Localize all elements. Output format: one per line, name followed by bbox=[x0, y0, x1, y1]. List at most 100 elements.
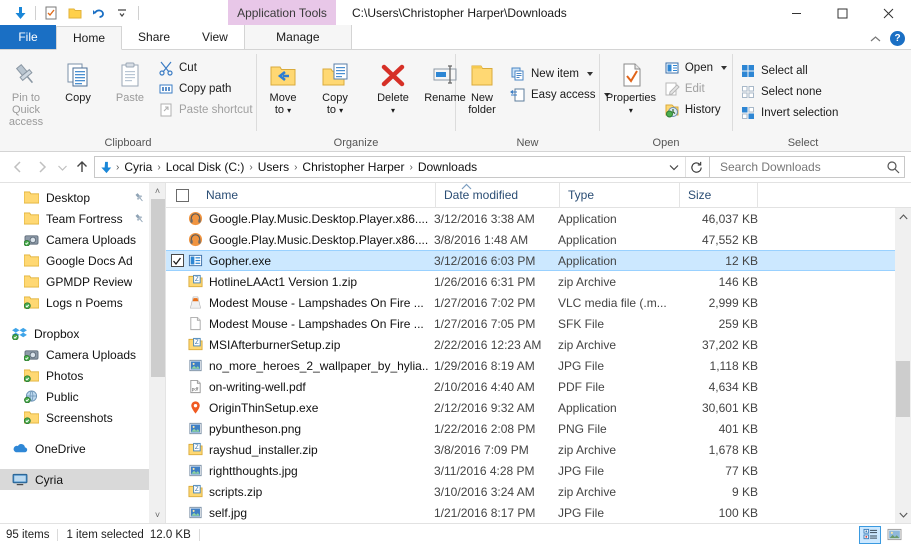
table-row[interactable]: Z MSIAfterburnerSetup.zip 2/22/2016 12:2… bbox=[166, 334, 895, 355]
column-header-name[interactable]: Name bbox=[198, 182, 436, 208]
file-name-cell[interactable]: self.jpg bbox=[188, 505, 428, 520]
forward-button[interactable] bbox=[30, 155, 54, 179]
collapse-ribbon-icon[interactable] bbox=[870, 35, 881, 43]
table-row[interactable]: Z HotlineLAAct1 Version 1.zip 1/26/2016 … bbox=[166, 271, 895, 292]
file-name-cell[interactable]: Google.Play.Music.Desktop.Player.x86.... bbox=[188, 232, 428, 247]
sidebar-item-cyria[interactable]: Cyria bbox=[0, 469, 149, 490]
properties-button[interactable]: Properties ▾ bbox=[600, 54, 662, 119]
nav-scroll-down-button[interactable]: ˅ bbox=[155, 507, 160, 523]
breadcrumb-item-3[interactable]: Christopher Harper bbox=[298, 160, 408, 174]
table-row[interactable]: Google.Play.Music.Desktop.Player.x86....… bbox=[166, 208, 895, 229]
refresh-button[interactable] bbox=[685, 157, 707, 177]
copy-button[interactable]: Copy bbox=[52, 54, 104, 106]
tab-file[interactable]: File bbox=[0, 25, 56, 49]
file-name-cell[interactable]: rightthoughts.jpg bbox=[188, 463, 428, 478]
table-row[interactable]: pybuntheson.png 1/22/2016 2:08 PM PNG Fi… bbox=[166, 418, 895, 439]
file-name-cell[interactable]: Google.Play.Music.Desktop.Player.x86.... bbox=[188, 211, 428, 226]
sidebar-item-team-fortress[interactable]: Team Fortress bbox=[0, 208, 149, 229]
file-name-cell[interactable]: Modest Mouse - Lampshades On Fire ... bbox=[188, 295, 428, 310]
details-view-button[interactable] bbox=[859, 525, 881, 544]
tab-manage[interactable]: Manage bbox=[243, 25, 352, 49]
table-row[interactable]: no_more_heroes_2_wallpaper_by_hylia... 1… bbox=[166, 355, 895, 376]
table-row[interactable]: Google.Play.Music.Desktop.Player.x86....… bbox=[166, 229, 895, 250]
copy-to-button[interactable]: Copy to ▾ bbox=[309, 54, 361, 119]
table-row[interactable]: Modest Mouse - Lampshades On Fire ... 1/… bbox=[166, 292, 895, 313]
breadcrumb-dropdown-button[interactable] bbox=[663, 161, 685, 173]
file-scroll-down-button[interactable] bbox=[898, 506, 908, 523]
select-all-button[interactable]: Select all bbox=[738, 60, 843, 81]
table-row[interactable]: self.jpg 1/21/2016 8:17 PM JPG File 100 … bbox=[166, 502, 895, 523]
table-row[interactable]: Z scripts.zip 3/10/2016 3:24 AM zip Arch… bbox=[166, 481, 895, 502]
new-folder-icon[interactable] bbox=[63, 2, 87, 24]
breadcrumb-item-1[interactable]: Local Disk (C:) bbox=[162, 160, 249, 174]
row-checkbox-cell[interactable] bbox=[166, 254, 188, 267]
sidebar-item-desktop[interactable]: Desktop bbox=[0, 187, 149, 208]
file-name-cell[interactable]: Gopher.exe bbox=[188, 253, 428, 268]
pin-to-quick-access-button[interactable]: Pin to Quick access bbox=[0, 54, 52, 130]
nav-scroll-up-button[interactable]: ˄ bbox=[155, 183, 160, 199]
sidebar-item-dropbox[interactable]: Dropbox bbox=[0, 323, 149, 344]
history-button[interactable]: History bbox=[662, 99, 732, 120]
select-all-checkbox[interactable] bbox=[176, 188, 189, 202]
sidebar-item-camera-uploads-2[interactable]: Camera Uploads bbox=[0, 344, 149, 365]
select-none-button[interactable]: Select none bbox=[738, 81, 843, 102]
nav-scroll-thumb[interactable] bbox=[150, 199, 165, 377]
paste-shortcut-button[interactable]: Paste shortcut bbox=[156, 99, 258, 120]
file-name-cell[interactable]: Z rayshud_installer.zip bbox=[188, 442, 428, 457]
file-scroll-track[interactable] bbox=[895, 225, 911, 506]
recent-locations-button[interactable] bbox=[54, 155, 70, 179]
nav-scroll-track[interactable] bbox=[150, 199, 166, 507]
sidebar-item-logs-n-poems[interactable]: Logs n Poems bbox=[0, 292, 149, 313]
navigation-pane-scrollbar[interactable]: ˄ ˅ bbox=[149, 183, 165, 523]
breadcrumb-bar[interactable]: › Cyria › Local Disk (C:) › Users › Chri… bbox=[94, 156, 710, 178]
breadcrumb-item-4[interactable]: Downloads bbox=[414, 160, 481, 174]
back-button[interactable] bbox=[6, 155, 30, 179]
file-list-scrollbar[interactable] bbox=[895, 208, 911, 523]
sidebar-item-onedrive[interactable]: OneDrive bbox=[0, 438, 149, 459]
new-folder-button[interactable]: New folder bbox=[456, 54, 508, 118]
sidebar-item-gpmdp-review[interactable]: GPMDP Review bbox=[0, 271, 149, 292]
close-button[interactable] bbox=[865, 0, 911, 26]
file-name-cell[interactable]: no_more_heroes_2_wallpaper_by_hylia... bbox=[188, 358, 428, 373]
file-name-cell[interactable]: Modest Mouse - Lampshades On Fire ... bbox=[188, 316, 428, 331]
table-row[interactable]: Z rayshud_installer.zip 3/8/2016 7:09 PM… bbox=[166, 439, 895, 460]
sidebar-item-photos[interactable]: Photos bbox=[0, 365, 149, 386]
table-row[interactable]: pdf on-writing-well.pdf 2/10/2016 4:40 A… bbox=[166, 376, 895, 397]
file-scroll-up-button[interactable] bbox=[898, 208, 908, 225]
properties-checklist-icon[interactable] bbox=[39, 2, 63, 24]
invert-selection-button[interactable]: Invert selection bbox=[738, 102, 843, 123]
file-name-cell[interactable]: Z scripts.zip bbox=[188, 484, 428, 499]
table-row-selected[interactable]: Gopher.exe 3/12/2016 6:03 PM Application… bbox=[166, 250, 895, 271]
tab-share[interactable]: Share bbox=[122, 25, 187, 49]
sidebar-item-screenshots[interactable]: Screenshots bbox=[0, 407, 149, 428]
download-arrow-icon[interactable] bbox=[8, 2, 32, 24]
file-name-cell[interactable]: pybuntheson.png bbox=[188, 421, 428, 436]
file-scroll-thumb[interactable] bbox=[896, 361, 910, 417]
large-icons-view-button[interactable] bbox=[883, 526, 905, 544]
sidebar-item-google-docs-ad[interactable]: Google Docs Ad bbox=[0, 250, 149, 271]
undo-icon[interactable] bbox=[87, 2, 111, 24]
customize-qat-icon[interactable] bbox=[111, 2, 135, 24]
sidebar-item-camera-uploads[interactable]: Camera Uploads bbox=[0, 229, 149, 250]
pin-icon-desktop[interactable] bbox=[134, 192, 149, 203]
file-name-cell[interactable]: pdf on-writing-well.pdf bbox=[188, 379, 428, 394]
search-icon[interactable] bbox=[886, 160, 900, 174]
paste-button[interactable]: Paste bbox=[104, 54, 156, 106]
sidebar-item-public[interactable]: Public bbox=[0, 386, 149, 407]
search-input[interactable] bbox=[718, 159, 886, 175]
easy-access-button[interactable]: Easy access bbox=[508, 84, 615, 105]
pin-icon-team-fortress[interactable] bbox=[134, 213, 149, 224]
table-row[interactable]: rightthoughts.jpg 3/11/2016 4:28 PM JPG … bbox=[166, 460, 895, 481]
open-button[interactable]: Open bbox=[662, 57, 732, 78]
select-all-checkbox-header[interactable] bbox=[166, 183, 198, 208]
column-header-size[interactable]: Size bbox=[680, 182, 758, 208]
tab-home[interactable]: Home bbox=[56, 26, 123, 50]
search-box[interactable] bbox=[710, 156, 905, 178]
copy-path-button[interactable]: Copy path bbox=[156, 78, 258, 99]
edit-button[interactable]: Edit bbox=[662, 78, 732, 99]
table-row[interactable]: Modest Mouse - Lampshades On Fire ... 1/… bbox=[166, 313, 895, 334]
column-header-type[interactable]: Type bbox=[560, 182, 680, 208]
delete-button[interactable]: Delete ▾ bbox=[367, 54, 419, 119]
breadcrumb-item-2[interactable]: Users bbox=[254, 160, 293, 174]
minimize-button[interactable] bbox=[773, 0, 819, 26]
